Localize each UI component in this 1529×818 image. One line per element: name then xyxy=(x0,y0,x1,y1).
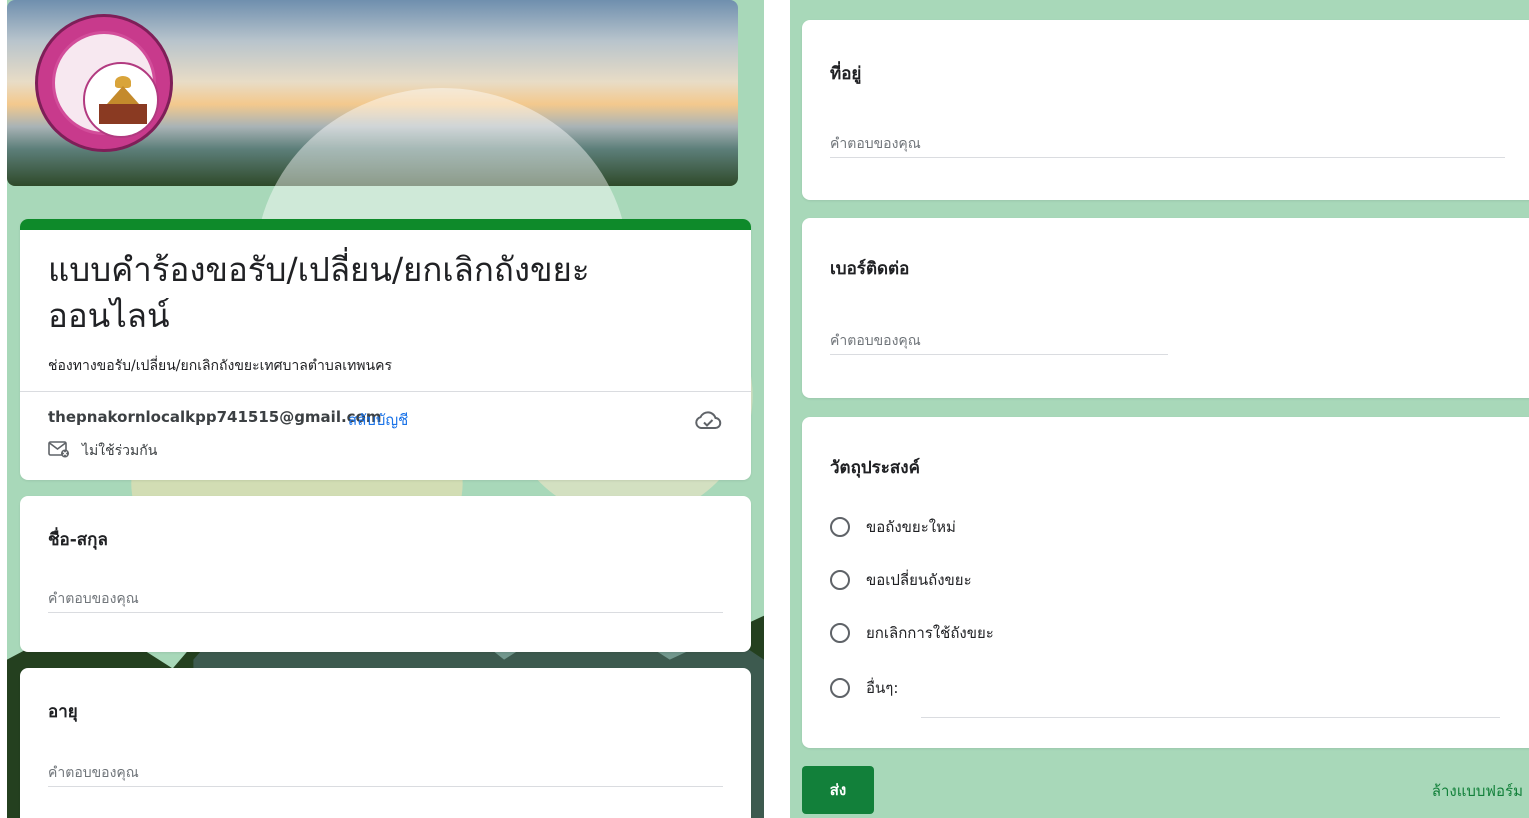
accent-bar xyxy=(20,219,751,230)
age-input[interactable] xyxy=(48,760,723,787)
radio-option-other[interactable]: อื่นๆ: xyxy=(830,674,898,702)
question-purpose-card: วัตถุประสงค์ ขอถังขยะใหม่ ขอเปลี่ยนถังขย… xyxy=(802,417,1529,748)
radio-button[interactable] xyxy=(830,517,850,537)
submit-button[interactable]: ส่ง xyxy=(802,766,874,814)
question-title-address: ที่อยู่ xyxy=(830,64,862,84)
switch-account-link[interactable]: สลับบัญชี xyxy=(348,408,408,432)
radio-option-cancel-bin[interactable]: ยกเลิกการใช้ถังขยะ xyxy=(830,619,994,647)
address-input[interactable] xyxy=(830,131,1505,158)
form-description: ช่องทางขอรับ/เปลี่ยน/ยกเลิกถังขยะเทศบาลต… xyxy=(48,358,392,374)
account-email: thepnakornlocalkpp741515@gmail.com xyxy=(48,408,382,426)
question-phone-card: เบอร์ติดต่อ xyxy=(802,218,1529,398)
radio-button[interactable] xyxy=(830,678,850,698)
phone-input[interactable] xyxy=(830,328,1168,355)
radio-label: ขอเปลี่ยนถังขยะ xyxy=(866,571,972,589)
radio-label: ขอถังขยะใหม่ xyxy=(866,518,956,536)
other-text-input[interactable] xyxy=(921,691,1500,718)
radio-label: ยกเลิกการใช้ถังขยะ xyxy=(866,624,994,642)
radio-option-new-bin[interactable]: ขอถังขยะใหม่ xyxy=(830,513,956,541)
question-title-purpose: วัตถุประสงค์ xyxy=(830,458,920,478)
question-age-card: อายุ xyxy=(20,668,751,818)
radio-option-change-bin[interactable]: ขอเปลี่ยนถังขยะ xyxy=(830,566,972,594)
municipality-logo xyxy=(35,14,173,152)
divider xyxy=(20,391,751,392)
clear-form-button[interactable]: ล้างแบบฟอร์ม xyxy=(1432,779,1523,803)
question-address-card: ที่อยู่ xyxy=(802,20,1529,200)
radio-button[interactable] xyxy=(830,570,850,590)
cloud-saved-icon xyxy=(695,411,722,429)
question-title-name: ชื่อ-สกุล xyxy=(48,530,108,550)
question-title-phone: เบอร์ติดต่อ xyxy=(830,259,910,279)
form-title-card: แบบคำร้องขอรับ/เปลี่ยน/ยกเลิกถังขยะออนไล… xyxy=(20,219,751,480)
question-title-age: อายุ xyxy=(48,702,78,722)
form-panel-left: แบบคำร้องขอรับ/เปลี่ยน/ยกเลิกถังขยะออนไล… xyxy=(7,0,764,818)
mail-not-shared-icon xyxy=(48,441,69,458)
form-panel-right: ที่อยู่ เบอร์ติดต่อ วัตถุประสงค์ ขอถังขย… xyxy=(790,0,1529,818)
radio-label: อื่นๆ: xyxy=(866,679,899,697)
name-input[interactable] xyxy=(48,586,723,613)
radio-button[interactable] xyxy=(830,623,850,643)
question-name-card: ชื่อ-สกุล xyxy=(20,496,751,652)
form-title: แบบคำร้องขอรับ/เปลี่ยน/ยกเลิกถังขยะออนไล… xyxy=(48,250,590,335)
header-banner-image xyxy=(7,0,764,818)
not-shared-label: ไม่ใช้ร่วมกัน xyxy=(82,443,158,459)
